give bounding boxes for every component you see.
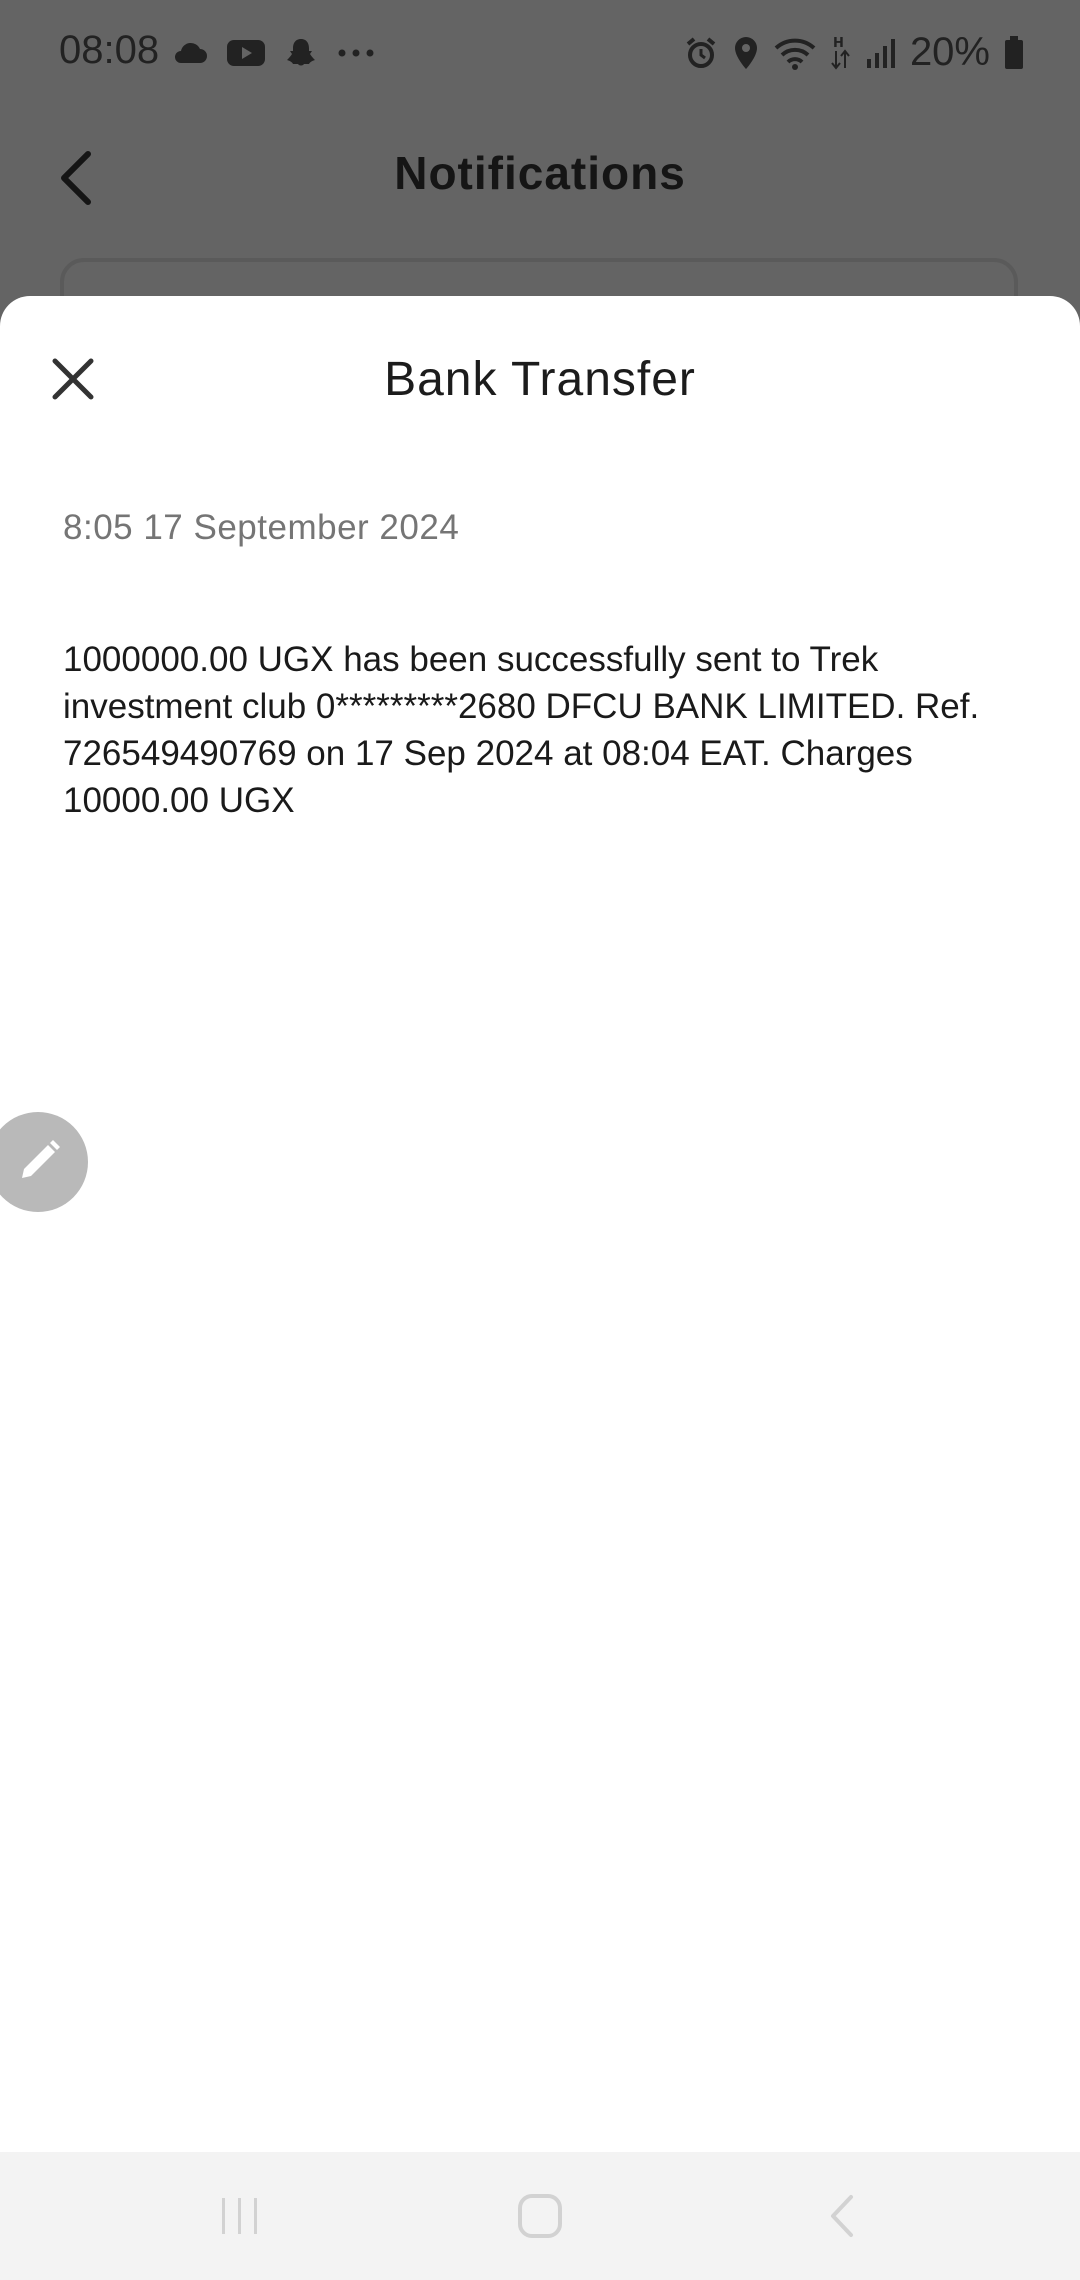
status-right-icons: H 20% [684, 30, 1024, 75]
home-icon [518, 2194, 562, 2238]
data-arrows-icon: H [831, 36, 850, 70]
battery-percent: 20% [909, 30, 990, 74]
back-nav-icon [831, 2195, 853, 2237]
wifi-icon [774, 38, 816, 70]
pencil-icon [22, 1140, 60, 1178]
page-title: Notifications [394, 147, 686, 199]
location-icon [734, 36, 757, 69]
status-left-icons [172, 36, 376, 70]
back-button[interactable] [762, 2152, 922, 2280]
snapchat-icon [287, 39, 315, 66]
bank-transfer-sheet: Bank Transfer 8:05 17 September 2024 100… [0, 296, 1080, 2152]
alarm-icon [686, 36, 716, 68]
battery-icon [1005, 35, 1023, 69]
recents-icon [222, 2198, 257, 2234]
notification-date: 8:05 17 September 2024 [63, 508, 460, 547]
status-time: 08:08 [59, 28, 160, 72]
signal-icon [866, 38, 895, 68]
notifications-header: Notifications [0, 110, 1080, 240]
cloud-icon [175, 42, 207, 63]
home-button[interactable] [460, 2152, 620, 2280]
notification-message: 1000000.00 UGX has been successfully sen… [63, 640, 980, 820]
youtube-icon [227, 40, 265, 66]
svg-text:H: H [833, 36, 844, 51]
recents-button[interactable] [160, 2152, 320, 2280]
more-icon [338, 49, 374, 57]
sheet-title: Bank Transfer [384, 353, 696, 406]
system-nav-bar [0, 2152, 1080, 2280]
status-bar: 08:08 H 20% [0, 0, 1080, 110]
